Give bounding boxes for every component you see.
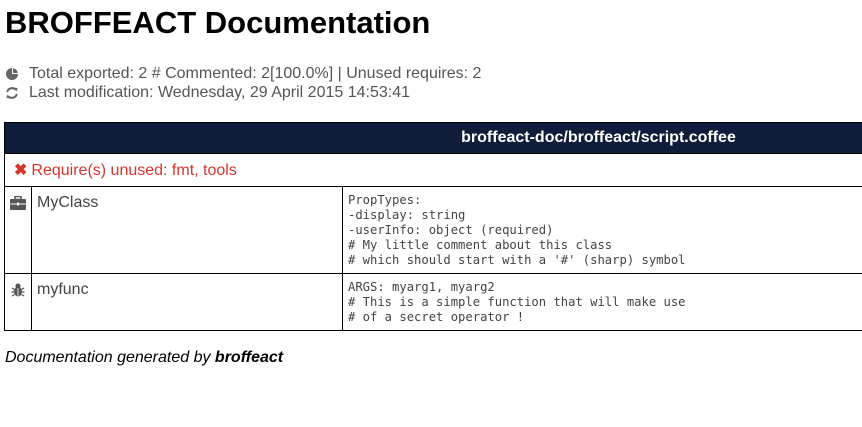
export-stats-text: Total exported: 2 # Commented: 2[100.0%]… [29, 65, 482, 82]
table-row: MyClass PropTypes: -display: string -use… [4, 186, 862, 274]
briefcase-icon [10, 195, 26, 214]
table-row: myfunc ARGS: myarg1, myarg2 # This is a … [4, 273, 862, 331]
unused-requires-warning: ✖ Require(s) unused: fmt, tools [4, 153, 862, 187]
bug-icon [11, 283, 25, 301]
warning-row: ✖ Require(s) unused: fmt, tools [4, 153, 862, 187]
entry-icon-cell [4, 186, 32, 274]
entry-doc: PropTypes: -display: string -userInfo: o… [342, 186, 862, 274]
modification-text: Last modification: Wednesday, 29 April 2… [29, 84, 410, 101]
entry-name: MyClass [31, 186, 343, 274]
entry-doc: ARGS: myarg1, myarg2 # This is a simple … [342, 273, 862, 331]
page-title: BROFFEACT Documentation [5, 5, 431, 40]
export-stats-row: Total exported: 2 # Commented: 2[100.0%]… [5, 64, 481, 83]
close-icon: ✖ [14, 162, 28, 179]
modification-row: Last modification: Wednesday, 29 April 2… [5, 83, 481, 102]
pie-chart-icon [5, 67, 19, 81]
file-path: broffeact-doc/broffeact/script.coffee [4, 122, 862, 154]
stats-panel: Total exported: 2 # Commented: 2[100.0%]… [5, 64, 481, 102]
refresh-icon [5, 86, 19, 100]
file-header-row: broffeact-doc/broffeact/script.coffee [4, 122, 862, 154]
entry-icon-cell [4, 273, 32, 331]
footer: Documentation generated by broffeact [5, 349, 283, 367]
entry-name: myfunc [31, 273, 343, 331]
footer-brand: broffeact [214, 349, 284, 366]
footer-text: Documentation generated by [5, 349, 215, 366]
warning-text: Require(s) unused: fmt, tools [31, 162, 237, 179]
documentation-table: broffeact-doc/broffeact/script.coffee ✖ R… [4, 122, 862, 331]
